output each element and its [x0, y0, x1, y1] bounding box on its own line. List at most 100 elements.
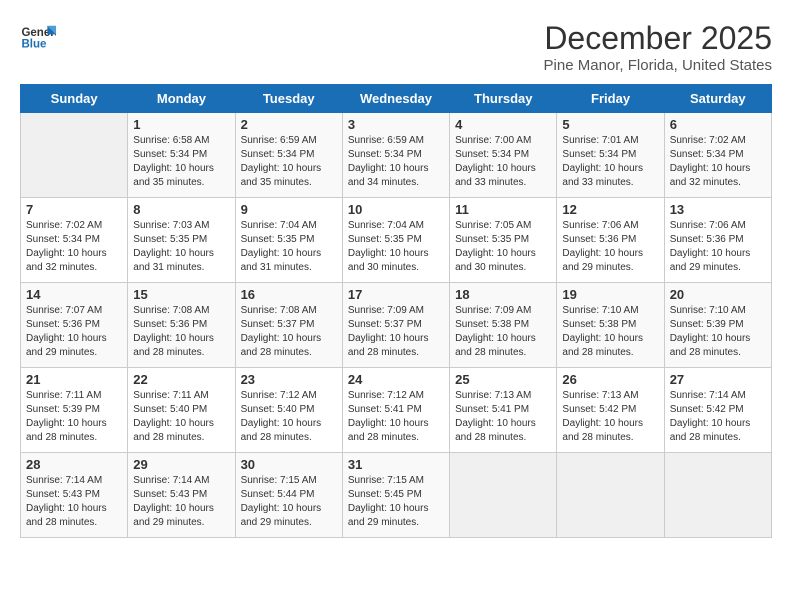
calendar-day-cell: 9 Sunrise: 7:04 AMSunset: 5:35 PMDayligh… — [235, 198, 342, 283]
calendar-day-cell: 12 Sunrise: 7:06 AMSunset: 5:36 PMDaylig… — [557, 198, 664, 283]
weekday-header: Tuesday — [235, 85, 342, 113]
day-info: Sunrise: 7:10 AMSunset: 5:39 PMDaylight:… — [670, 304, 766, 360]
calendar-day-cell: 17 Sunrise: 7:09 AMSunset: 5:37 PMDaylig… — [342, 283, 449, 368]
calendar-day-cell — [450, 453, 557, 538]
page-header: General Blue December 2025 Pine Manor, F… — [20, 20, 772, 74]
calendar-day-cell: 10 Sunrise: 7:04 AMSunset: 5:35 PMDaylig… — [342, 198, 449, 283]
day-info: Sunrise: 7:06 AMSunset: 5:36 PMDaylight:… — [670, 219, 766, 275]
calendar-day-cell: 21 Sunrise: 7:11 AMSunset: 5:39 PMDaylig… — [21, 368, 128, 453]
day-info: Sunrise: 7:14 AMSunset: 5:43 PMDaylight:… — [133, 474, 229, 530]
day-number: 15 — [133, 287, 229, 302]
svg-text:Blue: Blue — [21, 38, 47, 50]
day-number: 25 — [455, 372, 551, 387]
calendar-day-cell — [557, 453, 664, 538]
day-info: Sunrise: 7:13 AMSunset: 5:42 PMDaylight:… — [562, 389, 658, 445]
day-number: 30 — [241, 457, 337, 472]
day-info: Sunrise: 7:09 AMSunset: 5:38 PMDaylight:… — [455, 304, 551, 360]
calendar-day-cell: 29 Sunrise: 7:14 AMSunset: 5:43 PMDaylig… — [128, 453, 235, 538]
calendar-week-row: 21 Sunrise: 7:11 AMSunset: 5:39 PMDaylig… — [21, 368, 772, 453]
day-number: 16 — [241, 287, 337, 302]
day-number: 26 — [562, 372, 658, 387]
day-number: 10 — [348, 202, 444, 217]
day-info: Sunrise: 7:12 AMSunset: 5:41 PMDaylight:… — [348, 389, 444, 445]
day-info: Sunrise: 7:14 AMSunset: 5:43 PMDaylight:… — [26, 474, 122, 530]
calendar-day-cell: 18 Sunrise: 7:09 AMSunset: 5:38 PMDaylig… — [450, 283, 557, 368]
day-number: 27 — [670, 372, 766, 387]
calendar-day-cell: 26 Sunrise: 7:13 AMSunset: 5:42 PMDaylig… — [557, 368, 664, 453]
calendar-day-cell: 23 Sunrise: 7:12 AMSunset: 5:40 PMDaylig… — [235, 368, 342, 453]
weekday-header-row: SundayMondayTuesdayWednesdayThursdayFrid… — [21, 85, 772, 113]
day-number: 5 — [562, 117, 658, 132]
calendar-week-row: 7 Sunrise: 7:02 AMSunset: 5:34 PMDayligh… — [21, 198, 772, 283]
day-info: Sunrise: 7:04 AMSunset: 5:35 PMDaylight:… — [241, 219, 337, 275]
calendar-day-cell: 15 Sunrise: 7:08 AMSunset: 5:36 PMDaylig… — [128, 283, 235, 368]
calendar-day-cell: 5 Sunrise: 7:01 AMSunset: 5:34 PMDayligh… — [557, 113, 664, 198]
day-info: Sunrise: 7:03 AMSunset: 5:35 PMDaylight:… — [133, 219, 229, 275]
day-info: Sunrise: 7:00 AMSunset: 5:34 PMDaylight:… — [455, 134, 551, 190]
day-number: 1 — [133, 117, 229, 132]
calendar-day-cell: 4 Sunrise: 7:00 AMSunset: 5:34 PMDayligh… — [450, 113, 557, 198]
calendar-day-cell: 31 Sunrise: 7:15 AMSunset: 5:45 PMDaylig… — [342, 453, 449, 538]
day-number: 19 — [562, 287, 658, 302]
calendar-day-cell: 28 Sunrise: 7:14 AMSunset: 5:43 PMDaylig… — [21, 453, 128, 538]
day-info: Sunrise: 7:11 AMSunset: 5:39 PMDaylight:… — [26, 389, 122, 445]
day-number: 7 — [26, 202, 122, 217]
day-info: Sunrise: 7:06 AMSunset: 5:36 PMDaylight:… — [562, 219, 658, 275]
day-info: Sunrise: 7:02 AMSunset: 5:34 PMDaylight:… — [26, 219, 122, 275]
calendar-day-cell: 24 Sunrise: 7:12 AMSunset: 5:41 PMDaylig… — [342, 368, 449, 453]
day-number: 28 — [26, 457, 122, 472]
calendar-day-cell: 1 Sunrise: 6:58 AMSunset: 5:34 PMDayligh… — [128, 113, 235, 198]
weekday-header: Wednesday — [342, 85, 449, 113]
calendar-day-cell: 11 Sunrise: 7:05 AMSunset: 5:35 PMDaylig… — [450, 198, 557, 283]
logo: General Blue — [20, 20, 56, 56]
day-number: 18 — [455, 287, 551, 302]
weekday-header: Friday — [557, 85, 664, 113]
day-number: 3 — [348, 117, 444, 132]
weekday-header: Saturday — [664, 85, 771, 113]
day-info: Sunrise: 7:11 AMSunset: 5:40 PMDaylight:… — [133, 389, 229, 445]
calendar-day-cell: 20 Sunrise: 7:10 AMSunset: 5:39 PMDaylig… — [664, 283, 771, 368]
calendar-day-cell: 16 Sunrise: 7:08 AMSunset: 5:37 PMDaylig… — [235, 283, 342, 368]
day-number: 22 — [133, 372, 229, 387]
day-info: Sunrise: 7:04 AMSunset: 5:35 PMDaylight:… — [348, 219, 444, 275]
calendar-day-cell: 14 Sunrise: 7:07 AMSunset: 5:36 PMDaylig… — [21, 283, 128, 368]
day-number: 20 — [670, 287, 766, 302]
calendar-day-cell — [21, 113, 128, 198]
day-number: 2 — [241, 117, 337, 132]
day-info: Sunrise: 7:12 AMSunset: 5:40 PMDaylight:… — [241, 389, 337, 445]
calendar-day-cell: 27 Sunrise: 7:14 AMSunset: 5:42 PMDaylig… — [664, 368, 771, 453]
weekday-header: Thursday — [450, 85, 557, 113]
day-number: 9 — [241, 202, 337, 217]
calendar-day-cell: 19 Sunrise: 7:10 AMSunset: 5:38 PMDaylig… — [557, 283, 664, 368]
calendar-day-cell: 7 Sunrise: 7:02 AMSunset: 5:34 PMDayligh… — [21, 198, 128, 283]
location: Pine Manor, Florida, United States — [544, 57, 772, 74]
day-info: Sunrise: 7:09 AMSunset: 5:37 PMDaylight:… — [348, 304, 444, 360]
day-number: 12 — [562, 202, 658, 217]
day-info: Sunrise: 7:15 AMSunset: 5:44 PMDaylight:… — [241, 474, 337, 530]
calendar-table: SundayMondayTuesdayWednesdayThursdayFrid… — [20, 84, 772, 538]
day-info: Sunrise: 7:05 AMSunset: 5:35 PMDaylight:… — [455, 219, 551, 275]
day-number: 11 — [455, 202, 551, 217]
day-info: Sunrise: 7:08 AMSunset: 5:37 PMDaylight:… — [241, 304, 337, 360]
day-info: Sunrise: 7:15 AMSunset: 5:45 PMDaylight:… — [348, 474, 444, 530]
month-title: December 2025 — [544, 20, 772, 57]
calendar-day-cell: 25 Sunrise: 7:13 AMSunset: 5:41 PMDaylig… — [450, 368, 557, 453]
day-info: Sunrise: 7:02 AMSunset: 5:34 PMDaylight:… — [670, 134, 766, 190]
day-number: 21 — [26, 372, 122, 387]
day-number: 17 — [348, 287, 444, 302]
day-info: Sunrise: 6:59 AMSunset: 5:34 PMDaylight:… — [348, 134, 444, 190]
weekday-header: Monday — [128, 85, 235, 113]
calendar-day-cell: 13 Sunrise: 7:06 AMSunset: 5:36 PMDaylig… — [664, 198, 771, 283]
day-number: 24 — [348, 372, 444, 387]
calendar-day-cell: 6 Sunrise: 7:02 AMSunset: 5:34 PMDayligh… — [664, 113, 771, 198]
day-info: Sunrise: 7:08 AMSunset: 5:36 PMDaylight:… — [133, 304, 229, 360]
calendar-day-cell: 22 Sunrise: 7:11 AMSunset: 5:40 PMDaylig… — [128, 368, 235, 453]
day-number: 13 — [670, 202, 766, 217]
day-info: Sunrise: 7:10 AMSunset: 5:38 PMDaylight:… — [562, 304, 658, 360]
calendar-day-cell: 8 Sunrise: 7:03 AMSunset: 5:35 PMDayligh… — [128, 198, 235, 283]
day-number: 14 — [26, 287, 122, 302]
calendar-week-row: 14 Sunrise: 7:07 AMSunset: 5:36 PMDaylig… — [21, 283, 772, 368]
day-number: 4 — [455, 117, 551, 132]
title-block: December 2025 Pine Manor, Florida, Unite… — [544, 20, 772, 74]
day-number: 29 — [133, 457, 229, 472]
